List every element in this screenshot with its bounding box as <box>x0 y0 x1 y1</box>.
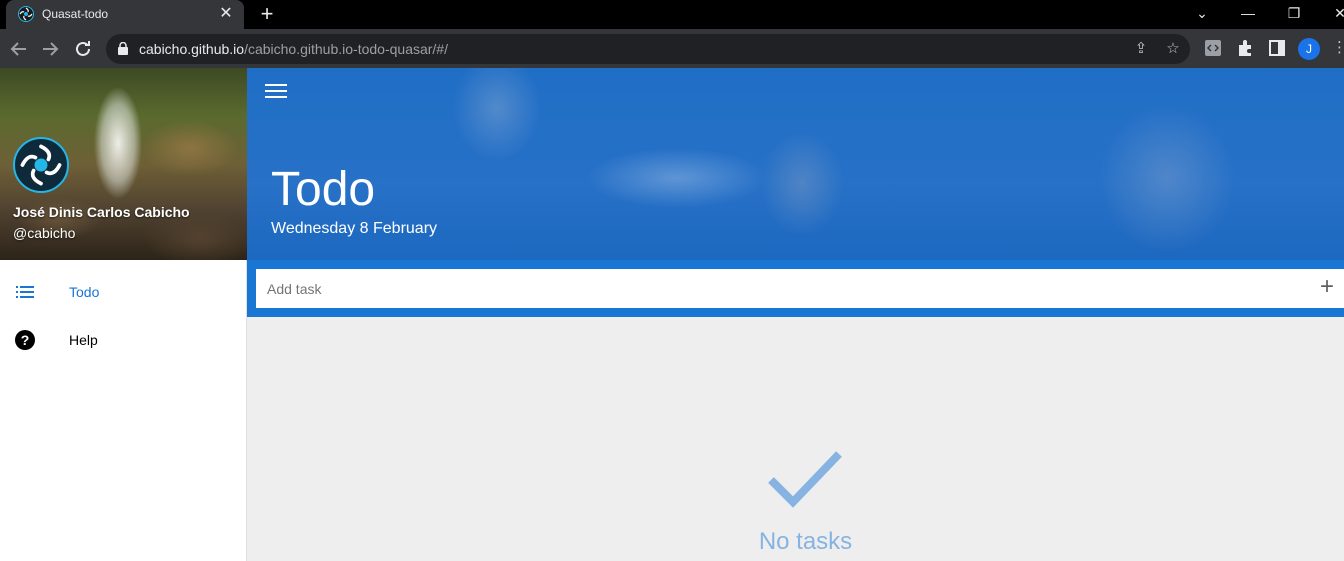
side-drawer: José Dinis Carlos Cabicho @cabicho Todo … <box>0 68 247 561</box>
minimize-button[interactable]: — <box>1226 0 1270 29</box>
reload-button[interactable] <box>71 37 95 61</box>
address-bar[interactable]: cabicho.github.io/cabicho.github.io-todo… <box>106 34 1190 64</box>
main-content: Todo Wednesday 8 February + No tasks <box>247 68 1344 561</box>
drawer-header-waterfall-image: José Dinis Carlos Cabicho @cabicho <box>0 68 247 260</box>
forward-button[interactable] <box>38 37 62 61</box>
app-root: José Dinis Carlos Cabicho @cabicho Todo … <box>0 68 1344 561</box>
share-icon[interactable]: ⇪ <box>1132 40 1150 58</box>
check-icon <box>768 451 842 508</box>
arrow-left-icon <box>10 42 26 56</box>
reload-icon <box>76 41 90 56</box>
tab-search-button[interactable]: ⌄ <box>1180 0 1224 29</box>
empty-state-text: No tasks <box>758 528 853 555</box>
list-icon <box>16 286 34 298</box>
add-task-bar: + <box>247 260 1344 317</box>
back-button[interactable] <box>7 37 31 61</box>
drawer-item-label: Todo <box>69 284 100 300</box>
page-title: Todo <box>271 163 376 216</box>
url-path: /cabicho.github.io-todo-quasar/#/ <box>244 41 448 57</box>
quasar-logo-icon <box>18 6 34 22</box>
extensions-puzzle-icon[interactable] <box>1236 38 1256 58</box>
tab-close-icon[interactable]: ✕ <box>216 4 236 24</box>
side-panel-icon[interactable] <box>1268 38 1288 58</box>
close-window-button[interactable]: ✕ <box>1318 0 1344 29</box>
url-host: cabicho.github.io <box>139 41 245 57</box>
restore-button[interactable]: ❐ <box>1272 0 1316 29</box>
drawer-item-help[interactable]: ? Help <box>0 316 246 364</box>
drawer-item-todo[interactable]: Todo <box>0 268 246 316</box>
url-text: cabicho.github.io/cabicho.github.io-todo… <box>139 41 448 57</box>
arrow-right-icon <box>43 42 59 56</box>
quasar-avatar-icon <box>13 137 69 193</box>
tab-title: Quasat-todo <box>42 7 109 21</box>
page-date: Wednesday 8 February <box>271 220 438 237</box>
help-icon: ? <box>15 330 35 350</box>
svg-text:?: ? <box>21 332 30 348</box>
add-task-plus-icon[interactable]: + <box>1315 275 1339 300</box>
extension-code-icon[interactable] <box>1204 38 1224 58</box>
browser-tabstrip: Quasat-todo ✕ + ⌄ — ❐ ✕ <box>0 0 1344 29</box>
browser-tab[interactable]: Quasat-todo ✕ <box>6 0 244 29</box>
drawer-item-label: Help <box>69 332 98 348</box>
add-task-input[interactable] <box>256 269 1344 308</box>
user-name: José Dinis Carlos Cabicho <box>13 204 190 220</box>
user-handle: @cabicho <box>13 225 76 241</box>
header-hero-image: Todo Wednesday 8 February <box>247 68 1344 260</box>
profile-avatar[interactable]: J <box>1298 38 1320 60</box>
new-tab-button[interactable]: + <box>256 3 278 25</box>
browser-toolbar: cabicho.github.io/cabicho.github.io-todo… <box>0 29 1344 68</box>
menu-hamburger-icon[interactable] <box>265 84 287 102</box>
menu-kebab-icon[interactable]: ⋮ <box>1332 39 1344 57</box>
lock-icon <box>118 42 128 55</box>
bookmark-star-icon[interactable]: ☆ <box>1164 40 1182 58</box>
